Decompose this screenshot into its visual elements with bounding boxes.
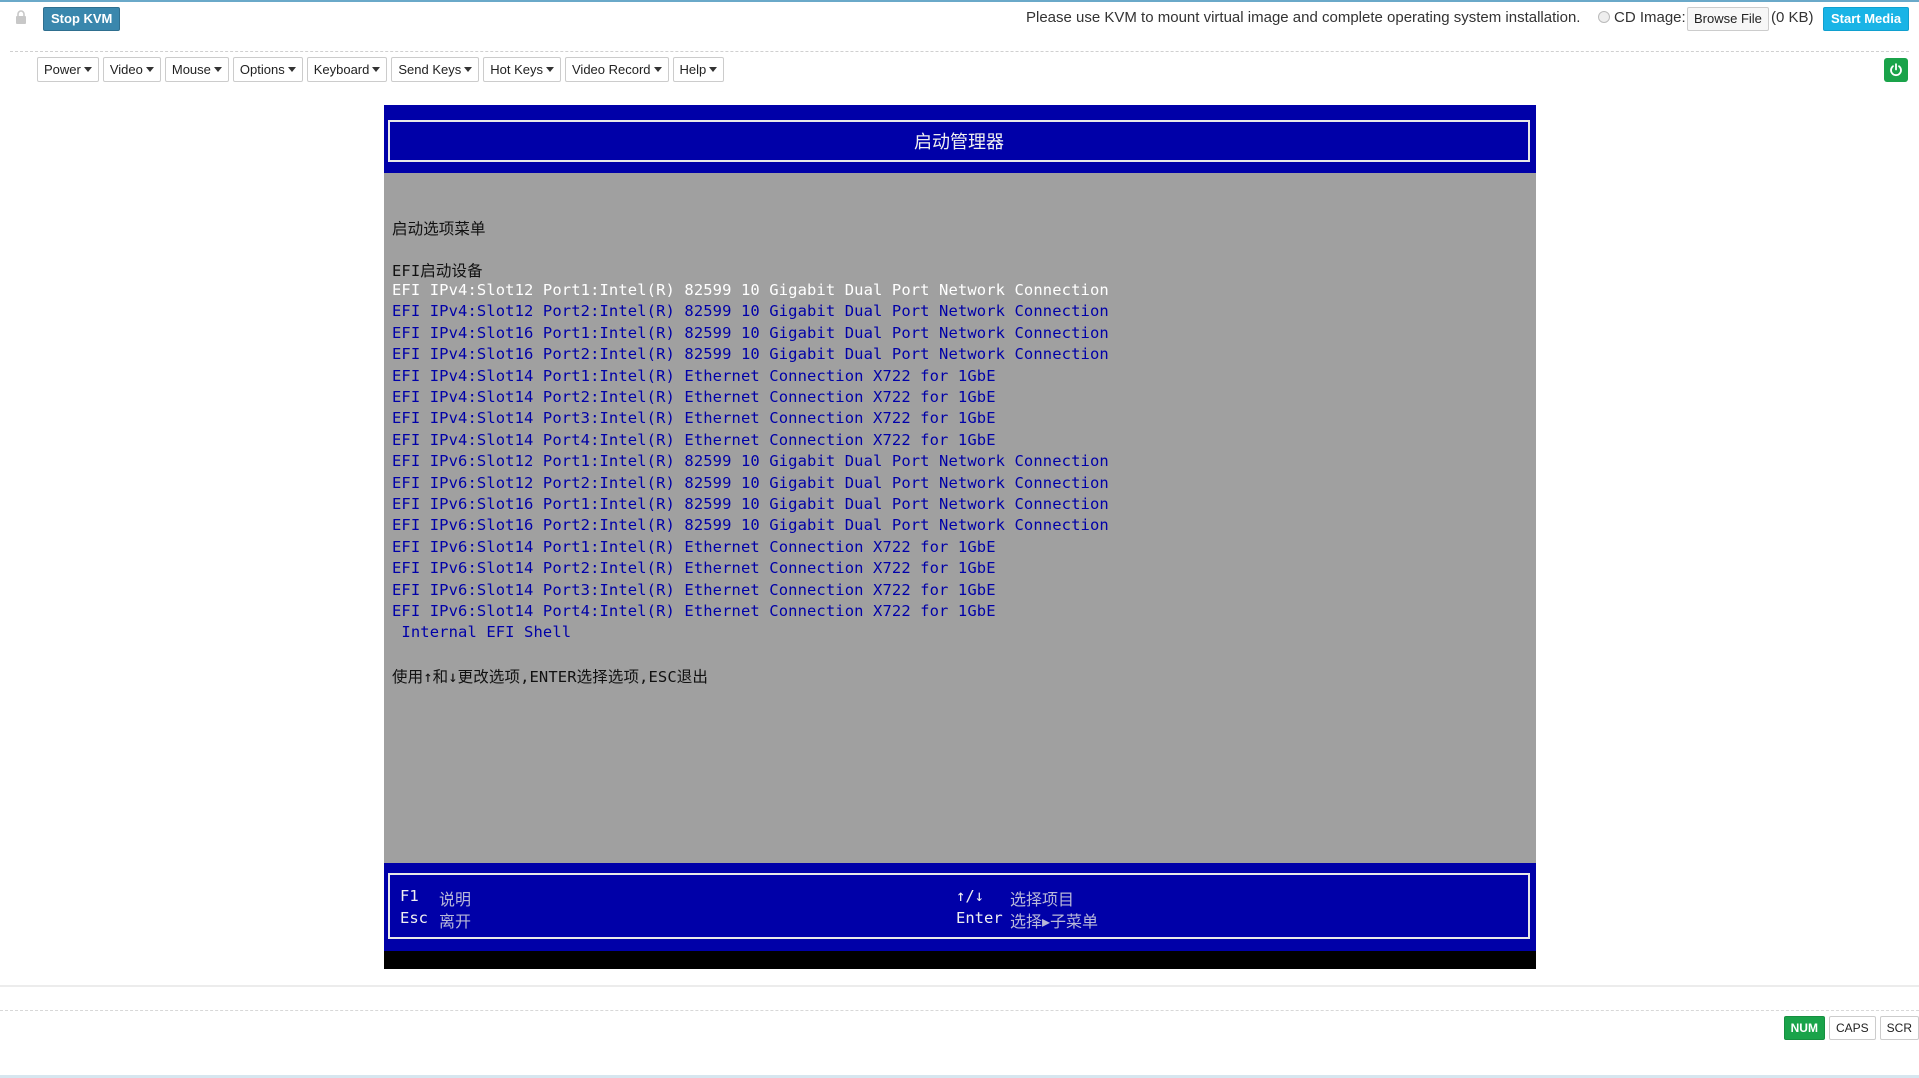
kvm-screen[interactable]: 启动管理器 启动选项菜单 EFI启动设备 EFI IPv4:Slot12 Por… [384, 105, 1536, 969]
navigation-hint: 使用↑和↓更改选项,ENTER选择选项,ESC退出 [392, 668, 708, 686]
caret-down-icon [546, 67, 554, 72]
separator [0, 985, 1919, 987]
boot-item[interactable]: EFI IPv4:Slot14 Port4:Intel(R) Ethernet … [392, 431, 996, 449]
menu-video-record[interactable]: Video Record [565, 57, 669, 82]
menu-power[interactable]: Power [37, 57, 99, 82]
menu-label: Keyboard [313, 62, 370, 77]
menu-label: Send Keys [398, 62, 462, 77]
caret-down-icon [213, 67, 222, 72]
boot-item[interactable]: EFI IPv4:Slot12 Port1:Intel(R) 82599 10 … [392, 281, 1109, 299]
lock-icon [16, 10, 26, 24]
menu-label: Hot Keys [490, 62, 543, 77]
boot-item[interactable]: EFI IPv6:Slot12 Port2:Intel(R) 82599 10 … [392, 474, 1109, 492]
divider [10, 51, 1909, 52]
power-icon [1890, 63, 1902, 77]
caret-down-icon [464, 67, 473, 72]
arrows-key: ↑/↓ [956, 887, 984, 905]
enter-desc: 选择▸子菜单 [1010, 914, 1099, 931]
start-media-button[interactable]: Start Media [1823, 7, 1910, 31]
boot-item[interactable]: EFI IPv4:Slot16 Port2:Intel(R) 82599 10 … [392, 345, 1109, 363]
menu-keyboard[interactable]: Keyboard [306, 57, 388, 82]
caret-down-icon [145, 67, 154, 72]
menu-mouse[interactable]: Mouse [164, 57, 229, 82]
cd-image-radio[interactable] [1598, 11, 1610, 23]
boot-item[interactable]: EFI IPv4:Slot14 Port2:Intel(R) Ethernet … [392, 388, 996, 406]
caps-lock-indicator[interactable]: CAPS [1828, 1016, 1876, 1040]
bios-footer-box: F1 说明 Esc 离开 ↑/↓ 选择项目 Enter 选择▸子菜单 [388, 873, 1530, 939]
bios-header: 启动管理器 [384, 105, 1536, 173]
boot-item[interactable]: EFI IPv4:Slot12 Port2:Intel(R) 82599 10 … [392, 302, 1109, 320]
browse-file-button[interactable]: Browse File [1687, 7, 1769, 31]
boot-item[interactable]: EFI IPv4:Slot14 Port1:Intel(R) Ethernet … [392, 367, 996, 385]
menu-video[interactable]: Video [102, 57, 161, 82]
menu-label: Video Record [572, 62, 651, 77]
bios-footer: F1 说明 Esc 离开 ↑/↓ 选择项目 Enter 选择▸子菜单 [384, 863, 1536, 951]
menu-label: Video [109, 62, 143, 77]
f1-desc: 说明 [439, 892, 472, 909]
esc-desc: 离开 [439, 914, 472, 931]
menu-send-keys[interactable]: Send Keys [391, 57, 480, 82]
kvm-menubar: Power Video Mouse Options Keyboard Send … [37, 57, 725, 82]
boot-item[interactable]: EFI IPv6:Slot16 Port1:Intel(R) 82599 10 … [392, 495, 1109, 513]
caret-down-icon [709, 67, 718, 72]
boot-item[interactable]: EFI IPv6:Slot14 Port3:Intel(R) Ethernet … [392, 581, 996, 599]
bios-title: 启动管理器 [388, 120, 1530, 162]
boot-item[interactable]: EFI IPv4:Slot14 Port3:Intel(R) Ethernet … [392, 409, 996, 427]
menu-label: Mouse [171, 62, 211, 77]
stop-kvm-button[interactable]: Stop KVM [43, 7, 121, 31]
boot-item[interactable]: EFI IPv6:Slot16 Port2:Intel(R) 82599 10 … [392, 516, 1109, 534]
esc-key: Esc [400, 909, 428, 927]
install-message: Please use KVM to mount virtual image an… [1026, 9, 1581, 26]
divider [0, 1010, 1919, 1011]
keyboard-status: NUM CAPS SCR [1783, 1016, 1919, 1040]
menu-label: Power [44, 62, 81, 77]
boot-item[interactable]: EFI IPv6:Slot14 Port4:Intel(R) Ethernet … [392, 602, 996, 620]
menu-label: Options [239, 62, 285, 77]
bios-body: 启动选项菜单 EFI启动设备 EFI IPv4:Slot12 Port1:Int… [384, 173, 1536, 863]
boot-item[interactable]: EFI IPv6:Slot14 Port1:Intel(R) Ethernet … [392, 538, 996, 556]
menu-options[interactable]: Options [232, 57, 303, 82]
power-button[interactable] [1884, 58, 1908, 82]
boot-item[interactable]: EFI IPv6:Slot14 Port2:Intel(R) Ethernet … [392, 559, 996, 577]
boot-item[interactable]: EFI IPv6:Slot12 Port1:Intel(R) 82599 10 … [392, 452, 1109, 470]
scroll-lock-indicator[interactable]: SCR [1879, 1016, 1919, 1040]
menu-help[interactable]: Help [672, 57, 725, 82]
cd-image-label: CD Image: [1614, 9, 1686, 26]
boot-item[interactable]: EFI IPv4:Slot16 Port1:Intel(R) 82599 10 … [392, 324, 1109, 342]
boot-menu-title: 启动选项菜单 [392, 220, 486, 238]
caret-down-icon [653, 67, 662, 72]
num-lock-indicator[interactable]: NUM [1783, 1016, 1825, 1040]
menu-hot-keys[interactable]: Hot Keys [483, 57, 561, 82]
enter-key: Enter [956, 909, 1003, 927]
top-border [0, 0, 1919, 2]
caret-down-icon [83, 67, 92, 72]
caret-down-icon [372, 67, 381, 72]
arrows-desc: 选择项目 [1010, 892, 1075, 909]
menu-label: Help [679, 62, 707, 77]
efi-section-title: EFI启动设备 [392, 262, 483, 280]
boot-item[interactable]: Internal EFI Shell [392, 623, 571, 641]
caret-down-icon [287, 67, 296, 72]
f1-key: F1 [400, 887, 419, 905]
file-size: (0 KB) [1771, 9, 1814, 26]
